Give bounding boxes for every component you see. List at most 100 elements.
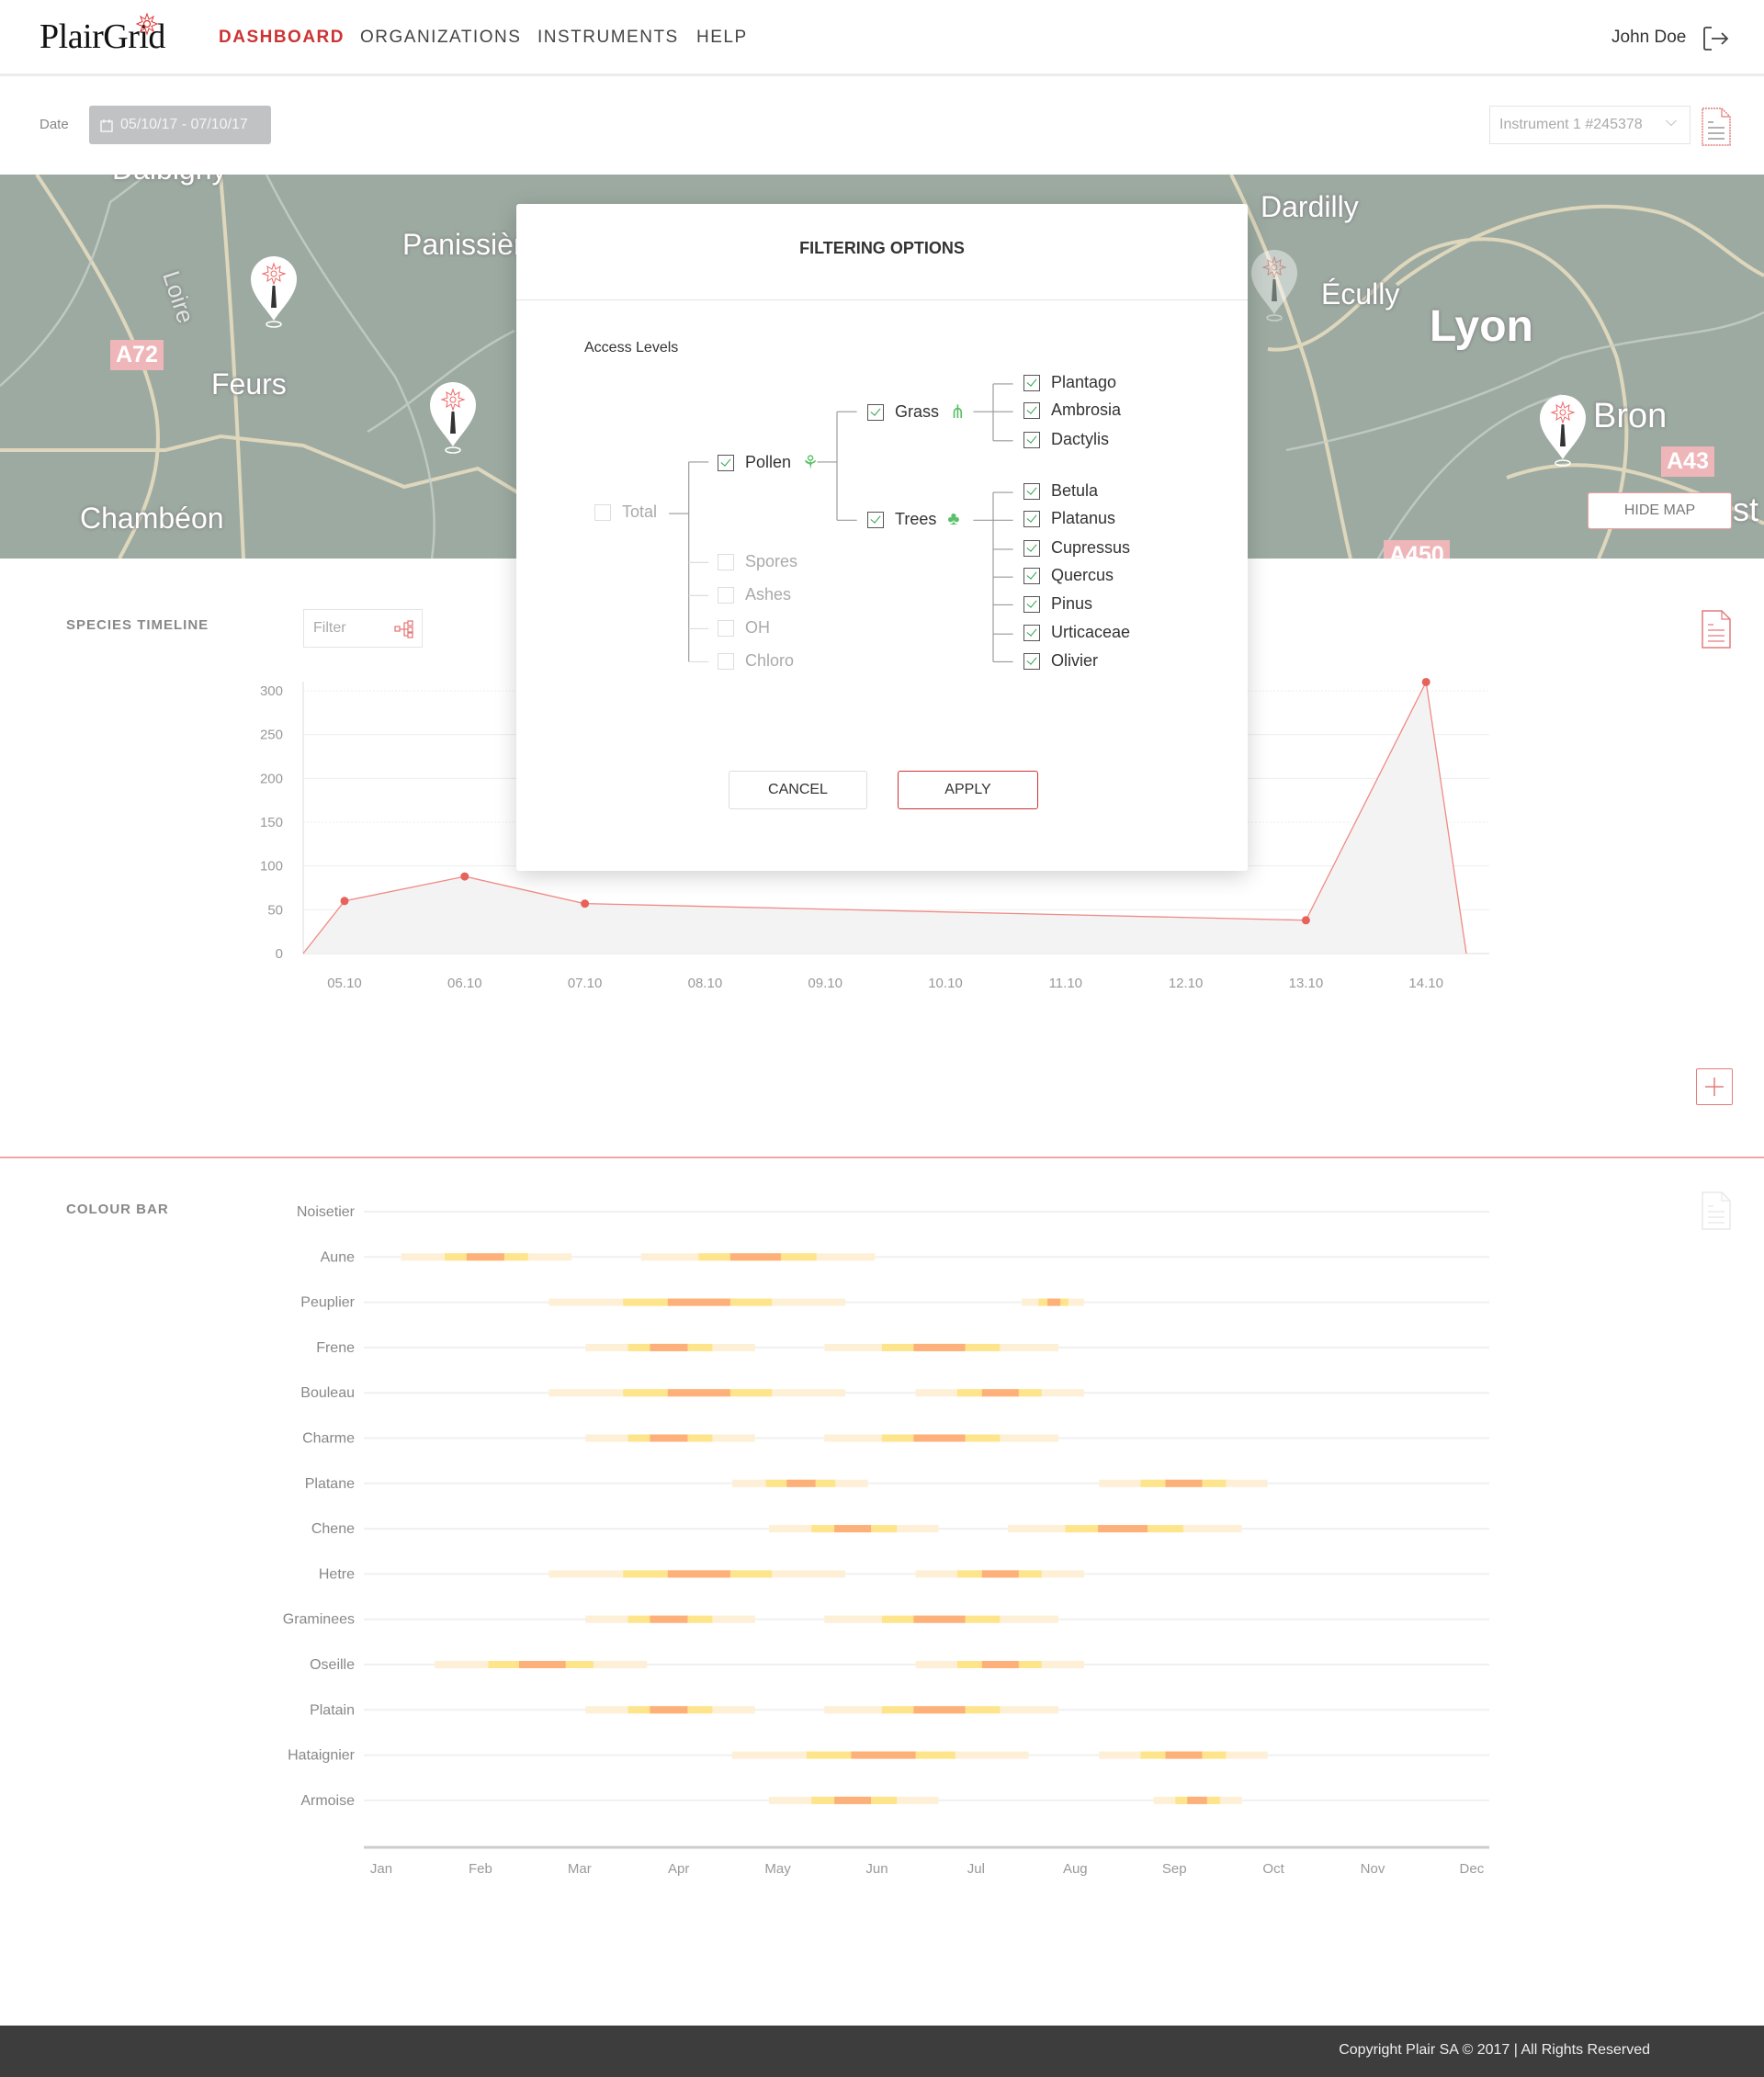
apply-button[interactable]: APPLY	[898, 771, 1038, 809]
map-label: Bron	[1593, 397, 1668, 435]
checkbox-label: Ambrosia	[1051, 401, 1122, 419]
access-levels-label: Access Levels	[584, 340, 679, 356]
user-name[interactable]: John Doe	[1611, 28, 1686, 48]
checkbox-box[interactable]	[718, 619, 734, 637]
checkbox-modal-others-1-label[interactable]: Ashes	[718, 585, 791, 604]
date-range-value: 05/10/17 - 07/10/17	[120, 117, 248, 132]
checkbox-modal-trees-items-4[interactable]: Pinus	[1023, 594, 1092, 614]
footer: Copyright Plair SA © 2017 | All Rights R…	[0, 2026, 1764, 2077]
checkbox-box[interactable]	[867, 511, 884, 528]
checkbox-modal-others-0-label[interactable]: Spores	[718, 552, 797, 571]
checkbox-modal-pollen-label[interactable]: Pollen ⚘	[718, 451, 819, 474]
checkbox-modal-grass-items-0[interactable]: Plantago	[1023, 373, 1116, 392]
season-bar-high	[834, 1796, 872, 1804]
nav-help[interactable]: HELP	[696, 28, 748, 48]
season-bar-high	[650, 1343, 688, 1351]
checkbox-modal-trees-items-1[interactable]: Platanus	[1023, 509, 1115, 528]
season-bar-high	[834, 1525, 872, 1533]
export-document-icon[interactable]	[1702, 610, 1731, 649]
x-tick-label: 13.10	[1289, 976, 1324, 991]
month-label: Jan	[370, 1861, 392, 1877]
season-bar-high	[1165, 1751, 1203, 1759]
row-label: Charme	[302, 1431, 355, 1447]
checkbox-box[interactable]	[718, 586, 734, 604]
x-tick-label: 11.10	[1049, 976, 1082, 991]
instrument-marker-icon[interactable]	[428, 380, 478, 454]
checkbox-box[interactable]	[1023, 624, 1040, 641]
checkbox-label: Cupressus	[1051, 538, 1131, 557]
checkbox-box[interactable]	[594, 503, 611, 521]
season-bar-high	[1047, 1298, 1061, 1306]
checkbox-modal-total-label[interactable]: Total	[594, 502, 657, 522]
date-range-picker[interactable]: 05/10/17 - 07/10/17	[89, 106, 271, 144]
checkbox-box[interactable]	[1023, 374, 1040, 391]
season-bar-high	[981, 1570, 1019, 1578]
checkbox-modal-grass-items-2[interactable]: Dactylis	[1023, 430, 1109, 449]
data-point	[460, 872, 469, 881]
y-tick-label: 250	[260, 728, 283, 743]
season-bar-high	[1098, 1525, 1148, 1533]
month-label: Nov	[1361, 1861, 1385, 1877]
instrument-marker-icon[interactable]	[249, 254, 299, 328]
checkbox-box[interactable]	[1023, 401, 1040, 419]
season-bar-high	[981, 1661, 1019, 1668]
checkbox-modal-others-3-label[interactable]: Chloro	[718, 651, 794, 671]
export-document-icon[interactable]	[1702, 107, 1731, 146]
checkbox-box[interactable]	[1023, 539, 1040, 557]
checkbox-box[interactable]	[718, 553, 734, 570]
hide-map-button[interactable]: HIDE MAP	[1588, 492, 1732, 529]
checkbox-box[interactable]	[1023, 567, 1040, 584]
checkbox-modal-trees-items-3[interactable]: Quercus	[1023, 566, 1114, 585]
month-label: Dec	[1460, 1861, 1485, 1877]
instrument-marker-icon[interactable]	[1538, 393, 1588, 467]
checkbox-box[interactable]	[867, 403, 884, 421]
instrument-marker-icon[interactable]	[1250, 248, 1299, 322]
plus-icon	[1705, 1078, 1724, 1096]
checkbox-box[interactable]	[1023, 431, 1040, 448]
checkbox-box[interactable]	[1023, 652, 1040, 670]
nav-dashboard[interactable]: DASHBOARD	[219, 28, 345, 48]
map-label: Feurs	[211, 367, 287, 401]
checkbox-modal-trees-items-0[interactable]: Betula	[1023, 481, 1098, 501]
checkbox-box[interactable]	[1023, 482, 1040, 500]
checkbox-box[interactable]	[718, 652, 734, 670]
add-chart-button[interactable]	[1696, 1068, 1733, 1105]
checkbox-modal-trees-label[interactable]: Trees ♣	[867, 509, 959, 530]
row-label: Oseille	[310, 1657, 355, 1673]
data-point	[340, 897, 349, 906]
checkbox-label: Betula	[1051, 481, 1099, 500]
cancel-button[interactable]: CANCEL	[729, 771, 867, 809]
instrument-select[interactable]: Instrument 1 #245378 ⌵	[1489, 106, 1690, 144]
divider	[516, 299, 1248, 300]
map-label: st	[1733, 491, 1759, 528]
row-label: Hataignier	[288, 1748, 356, 1764]
nav-organizations[interactable]: ORGANIZATIONS	[360, 28, 521, 48]
nav-instruments[interactable]: INSTRUMENTS	[537, 28, 679, 48]
x-tick-label: 10.10	[928, 976, 963, 991]
checkbox-box[interactable]	[718, 454, 734, 471]
checkbox-modal-others-2-label[interactable]: OH	[718, 618, 770, 638]
species-filter-input[interactable]: Filter	[303, 609, 423, 648]
checkbox-modal-grass-items-1[interactable]: Ambrosia	[1023, 401, 1121, 420]
checkbox-label: Grass	[895, 402, 940, 421]
y-tick-label: 200	[260, 771, 283, 786]
checkbox-modal-trees-items-2[interactable]: Cupressus	[1023, 538, 1130, 558]
export-document-icon[interactable]	[1702, 1191, 1731, 1230]
month-label: Aug	[1063, 1861, 1088, 1877]
logout-icon[interactable]	[1702, 26, 1730, 51]
season-bar-high	[650, 1434, 688, 1442]
x-tick-label: 06.10	[447, 976, 482, 991]
checkbox-box[interactable]	[1023, 595, 1040, 613]
season-bar-high	[1187, 1796, 1207, 1804]
hierarchy-icon[interactable]	[394, 620, 414, 638]
checkbox-modal-grass-label[interactable]: Grass ⋔	[867, 401, 966, 423]
x-tick-label: 05.10	[327, 976, 362, 991]
section-divider	[0, 1157, 1764, 1158]
row-label: Peuplier	[300, 1295, 355, 1311]
checkbox-modal-trees-items-5[interactable]: Urticaceae	[1023, 623, 1130, 642]
month-label: Feb	[469, 1861, 492, 1877]
checkbox-modal-trees-items-6[interactable]: Olivier	[1023, 651, 1098, 671]
checkbox-box[interactable]	[1023, 510, 1040, 527]
y-tick-label: 0	[276, 946, 283, 962]
date-label: Date	[40, 117, 69, 132]
